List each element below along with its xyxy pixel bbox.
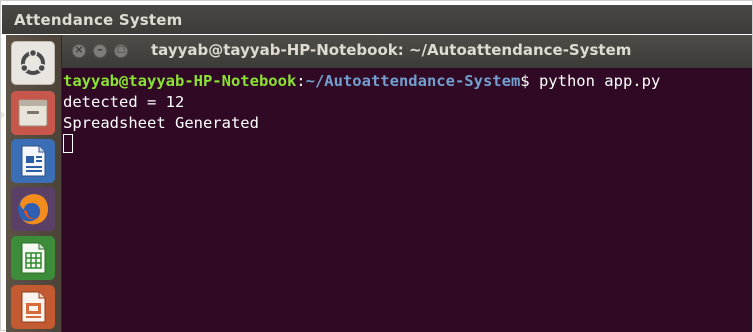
- launcher: [1, 35, 62, 332]
- prompt-command: python app.py: [529, 72, 661, 90]
- screen: Attendance System × – □ tayyab@tayyab-HP…: [0, 0, 753, 332]
- prompt-symbol: $: [520, 72, 530, 90]
- launcher-item-dash[interactable]: [11, 41, 55, 85]
- launcher-item-files[interactable]: [11, 91, 55, 135]
- output-line: detected = 12: [63, 93, 185, 111]
- running-indicator: [1, 111, 5, 119]
- cursor-line: [63, 134, 660, 155]
- terminal-title: tayyab@tayyab-HP-Notebook: ~/Autoattenda…: [151, 41, 632, 59]
- close-button[interactable]: ×: [72, 43, 86, 58]
- top-panel: Attendance System: [2, 5, 752, 34]
- launcher-item-calc[interactable]: [11, 236, 55, 280]
- libreoffice-writer-icon: [21, 145, 46, 177]
- firefox-icon: [18, 194, 49, 225]
- launcher-item-writer[interactable]: [11, 139, 55, 183]
- file-manager-icon: [18, 99, 48, 127]
- terminal-titlebar[interactable]: × – □ tayyab@tayyab-HP-Notebook: ~/Autoa…: [62, 35, 752, 68]
- launcher-item-impress[interactable]: [11, 285, 55, 329]
- maximize-icon: □: [116, 45, 126, 55]
- active-app-title: Attendance System: [14, 11, 183, 29]
- ubuntu-logo-icon: [20, 48, 46, 75]
- output-line: Spreadsheet Generated: [63, 114, 259, 132]
- maximize-button[interactable]: □: [114, 44, 128, 58]
- text-cursor: [63, 134, 73, 153]
- terminal-window[interactable]: × – □ tayyab@tayyab-HP-Notebook: ~/Autoa…: [62, 35, 752, 332]
- libreoffice-calc-icon: [21, 242, 46, 274]
- launcher-item-firefox[interactable]: [11, 187, 55, 231]
- close-icon: ×: [74, 43, 84, 56]
- terminal-output[interactable]: tayyab@tayyab-HP-Notebook:~/Autoattendan…: [63, 71, 660, 155]
- prompt-path: ~/Autoattendance-System: [305, 72, 521, 90]
- prompt-line: tayyab@tayyab-HP-Notebook:~/Autoattendan…: [63, 71, 660, 92]
- libreoffice-impress-icon: [21, 291, 46, 323]
- minimize-button[interactable]: –: [93, 43, 107, 58]
- prompt-user-host: tayyab@tayyab-HP-Notebook: [63, 72, 297, 90]
- minimize-icon: –: [97, 43, 103, 56]
- prompt-separator: :: [296, 72, 306, 90]
